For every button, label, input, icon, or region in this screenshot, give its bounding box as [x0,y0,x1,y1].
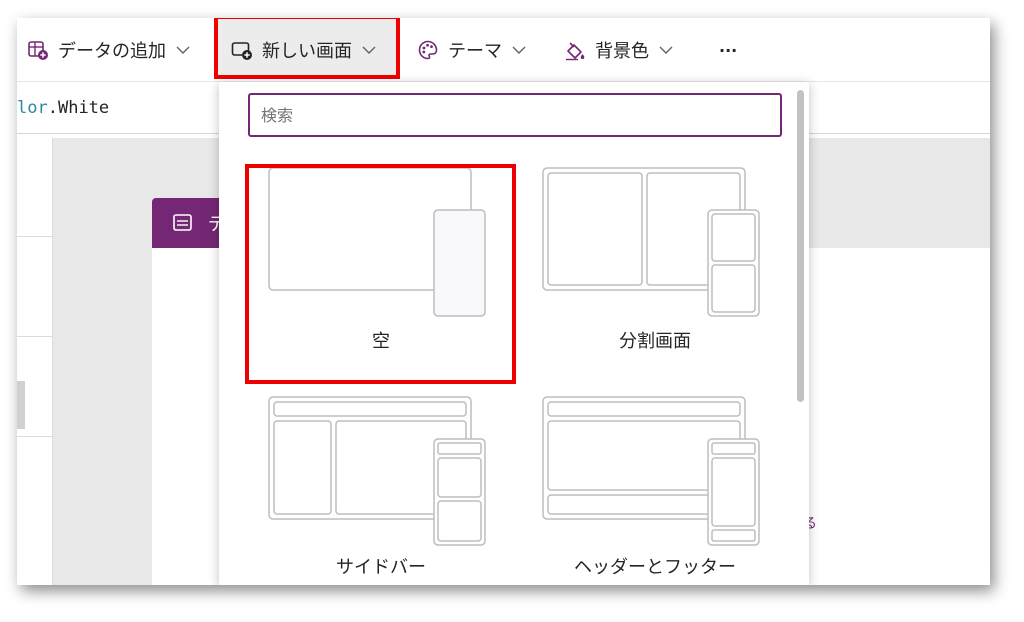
layout-tile-header-footer[interactable]: ヘッダーとフッター [530,388,780,585]
new-screen-button[interactable]: 新しい画面 [231,28,376,72]
paint-bucket-icon [564,39,586,61]
formula-token-value: White [57,98,110,118]
layout-search-input[interactable] [248,93,782,137]
background-color-button[interactable]: 背景色 [564,28,673,72]
formula-token-dot: . [47,98,58,118]
divider [17,236,53,237]
form-icon [172,213,194,233]
formula-token-color: lor [17,98,48,118]
sidebar-layout-preview [268,396,486,546]
background-color-label: 背景色 [595,41,649,62]
layout-tile-sidebar[interactable]: サイドバー [256,388,506,585]
layout-label-sidebar: サイドバー [336,557,426,578]
palette-icon [417,39,439,61]
layout-tile-split-screen[interactable]: 分割画面 [530,159,780,377]
table-add-icon [27,39,49,61]
divider [17,436,53,437]
chevron-down-icon [512,45,526,55]
panel-selection-indicator [17,381,25,429]
more-icon: ··· [719,40,738,60]
chevron-down-icon [659,45,673,55]
dropdown-scrollbar[interactable] [795,86,805,581]
split-screen-layout-preview [542,167,760,317]
new-screen-dropdown: 空 分割画面 [219,82,809,585]
scrollbar-thumb[interactable] [797,90,804,402]
layout-label-split-screen: 分割画面 [619,331,691,352]
chevron-down-icon [362,45,376,55]
app-window: データの追加 新しい画面 テーマ 背景色 ··· lor.White デ る 検… [17,18,990,585]
divider [17,336,53,337]
theme-button[interactable]: テーマ [417,28,526,72]
formula-text[interactable]: lor.White [17,98,109,118]
screen-header-tab[interactable]: デ [152,198,226,248]
left-panel [17,138,53,585]
add-data-button[interactable]: データの追加 [27,28,190,72]
more-options-button[interactable]: ··· [719,28,737,72]
add-data-label: データの追加 [58,41,166,62]
layout-label-header-footer: ヘッダーとフッター [574,557,736,578]
new-screen-label: 新しい画面 [262,41,352,62]
theme-label: テーマ [448,41,502,62]
screen-add-icon [231,39,253,61]
header-footer-layout-preview [542,396,760,546]
command-bar: データの追加 新しい画面 テーマ 背景色 ··· [17,18,990,82]
chevron-down-icon [176,45,190,55]
selected-tile-highlight [245,164,516,384]
